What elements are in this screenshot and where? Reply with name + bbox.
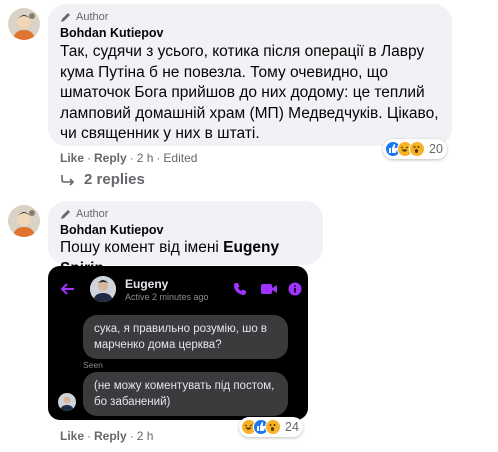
commenter-name[interactable]: Bohdan Kutiepov [60,26,440,40]
commenter-name[interactable]: Bohdan Kutiepov [60,223,311,237]
comment-text-prefix: Пошу комент від імені [60,239,224,256]
separator: · [87,151,92,165]
seen-label: Seen [83,360,103,370]
reaction-count: 20 [429,142,443,156]
edited-label: Edited [163,151,198,165]
author-badge-label: Author [76,11,109,23]
reply-arrow-icon [61,174,75,186]
comment-actions: Like · Reply · 2 h [60,429,153,443]
author-badge: Author [60,208,311,220]
comment-text: Так, судячи з усього, котика після опера… [60,42,440,145]
separator: · [87,429,92,443]
reaction-count: 24 [285,420,299,434]
reaction-summary[interactable]: 24 [239,417,303,437]
contact-avatar [90,276,116,302]
pen-icon [61,210,70,219]
wow-icon [409,141,425,157]
author-badge: Author [60,11,440,23]
reaction-summary[interactable]: 20 [383,139,447,159]
separator: · [129,151,134,165]
phone-icon [234,283,246,295]
timestamp[interactable]: 2 h [137,151,154,165]
sender-avatar [58,393,76,411]
wow-icon [265,419,281,435]
timestamp[interactable]: 2 h [137,429,154,443]
message-line: бо забанений) [94,396,171,408]
like-button[interactable]: Like [60,151,84,165]
comment-text-line: шматочок Бога прийшов до них додому: це … [60,84,425,101]
comment-text-line: кума Путіна б не повезла. Тому очевидно,… [60,63,388,81]
message-line: марченко дома церква? [94,339,222,351]
contact-status: Active 2 minutes ago [125,292,209,302]
info-icon [288,282,302,296]
separator: · [156,151,161,165]
message-line: сука, я правильно розумію, шо в [94,323,268,335]
reply-button[interactable]: Reply [94,151,127,165]
commenter-avatar[interactable] [8,8,40,40]
reply-button[interactable]: Reply [94,429,127,443]
attached-screenshot[interactable]: Eugeny Active 2 minutes ago сука, я прав… [48,266,308,420]
contact-name: Eugeny [125,277,169,291]
pen-icon [61,13,70,22]
comment-text-line: Так, судячи з усього, котика після опера… [60,43,425,60]
message-bubble: сука, я правильно розумію, шо в марченко… [83,315,288,359]
comment-bubble: Author Bohdan Kutiepov Так, судячи з усь… [48,4,452,146]
view-replies-link[interactable]: 2 replies [60,171,145,188]
comment-text-line: ламповий домашній храм (МП) Медведчуків.… [60,104,439,122]
comment-bubble: Author Bohdan Kutiepov Пошу комент від і… [48,201,323,277]
like-button[interactable]: Like [60,429,84,443]
comment-actions: Like · Reply · 2 h · Edited [60,151,197,165]
replies-count-label: 2 replies [84,171,145,188]
message-line: (не можу коментувать під постом, [94,380,275,392]
back-arrow-icon [60,283,74,295]
author-badge-label: Author [76,208,109,220]
video-call-icon [261,284,277,294]
commenter-avatar[interactable] [8,205,40,237]
separator: · [129,429,134,443]
comment-text-line: чи священник у них в штаті. [60,125,260,142]
message-bubble: (не можу коментувать під постом, бо заба… [83,372,288,416]
